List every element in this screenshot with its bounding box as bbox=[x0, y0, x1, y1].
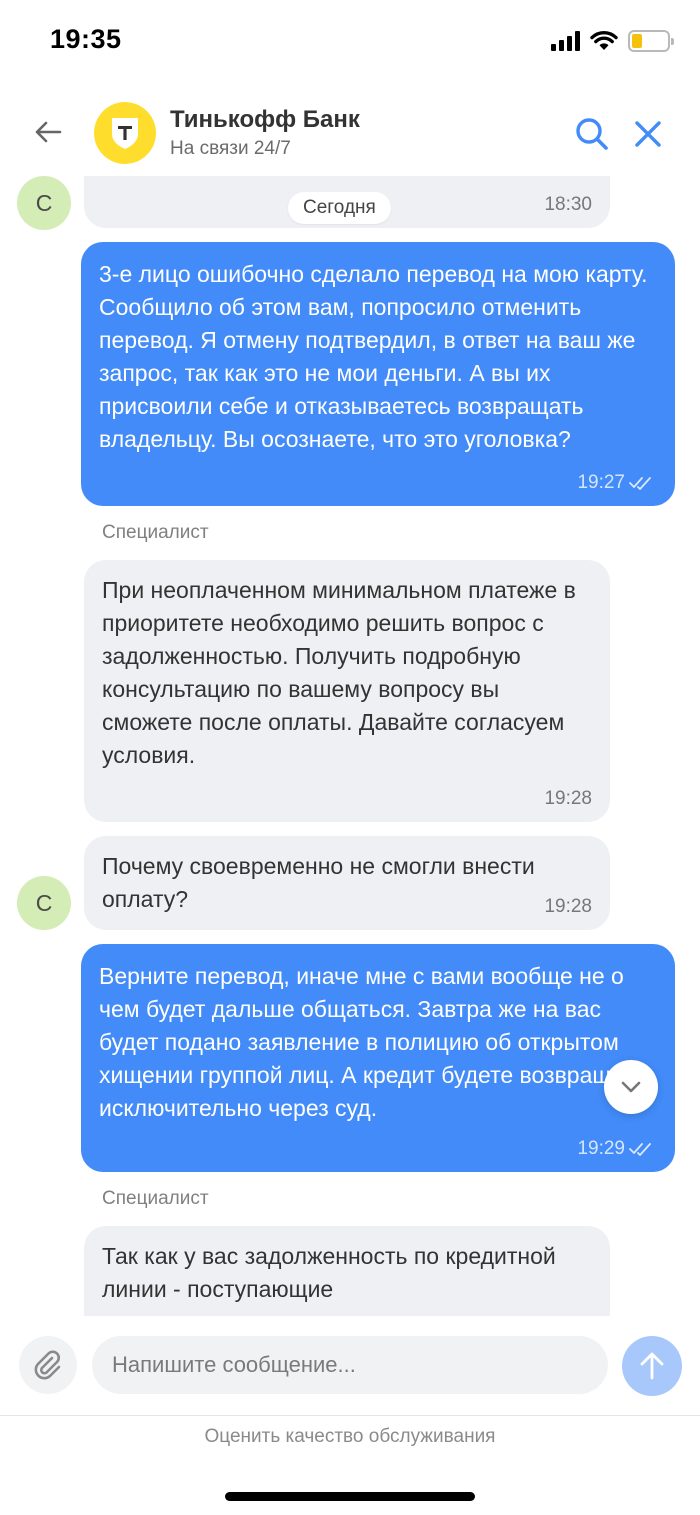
message-text: Почему своевременно не смогли внести опл… bbox=[102, 853, 535, 912]
chat-header: Тинькофф Банк На связи 24/7 bbox=[0, 90, 700, 176]
message-text: При неоплаченном минимальном платеже в п… bbox=[102, 577, 576, 768]
status-time: 19:35 bbox=[50, 24, 122, 54]
chat-subtitle: На связи 24/7 bbox=[170, 138, 291, 159]
avatar: С bbox=[17, 876, 71, 930]
message-input[interactable] bbox=[92, 1336, 608, 1394]
message-composer bbox=[0, 1316, 700, 1416]
message-time: 19:28 bbox=[544, 896, 592, 917]
message-time: 19:29 bbox=[577, 1138, 625, 1159]
message-text: Верните перевод, иначе мне с вами вообще… bbox=[99, 963, 647, 1121]
message-incoming: Так как у вас задолженность по кредитной… bbox=[84, 1226, 610, 1316]
rate-service-link[interactable]: Оценить качество обслуживания bbox=[0, 1426, 700, 1448]
chat-messages[interactable]: 18:30 С Сегодня 3-е лицо ошибочно сделал… bbox=[0, 176, 700, 1316]
date-separator: Сегодня bbox=[288, 192, 391, 224]
message-text: Так как у вас задолженность по кредитной… bbox=[102, 1243, 556, 1302]
send-button[interactable] bbox=[622, 1336, 682, 1396]
back-button[interactable] bbox=[28, 114, 68, 150]
signal-icon bbox=[551, 31, 580, 51]
message-text: 3-е лицо ошибочно сделало перевод на мою… bbox=[99, 261, 648, 452]
avatar: С bbox=[17, 176, 71, 230]
bank-logo bbox=[94, 102, 156, 164]
message-outgoing: 3-е лицо ошибочно сделало перевод на мою… bbox=[81, 242, 675, 506]
chevron-down-icon bbox=[621, 1081, 641, 1093]
sender-label: Специалист bbox=[102, 522, 209, 543]
scroll-down-button[interactable] bbox=[604, 1060, 658, 1114]
paperclip-icon bbox=[34, 1350, 61, 1380]
sender-label: Специалист bbox=[102, 1188, 209, 1209]
close-icon bbox=[635, 121, 661, 147]
message-incoming: При неоплаченном минимальном платеже в п… bbox=[84, 560, 610, 822]
message-time: 18:30 bbox=[544, 194, 592, 215]
message-meta: 19:29 bbox=[577, 1138, 655, 1160]
search-icon bbox=[576, 118, 608, 150]
arrow-up-icon bbox=[640, 1352, 664, 1380]
message-time: 19:28 bbox=[544, 788, 592, 809]
message-meta: 19:27 bbox=[577, 472, 655, 494]
home-indicator bbox=[225, 1492, 475, 1501]
double-check-icon bbox=[629, 477, 651, 490]
search-button[interactable] bbox=[572, 114, 612, 154]
status-bar: 19:35 bbox=[0, 0, 700, 84]
arrow-left-icon bbox=[35, 121, 62, 143]
attach-button[interactable] bbox=[19, 1336, 77, 1394]
message-outgoing: Верните перевод, иначе мне с вами вообще… bbox=[81, 944, 675, 1172]
double-check-icon bbox=[629, 1143, 651, 1156]
shield-icon bbox=[112, 118, 138, 149]
status-icons bbox=[551, 30, 674, 52]
wifi-icon bbox=[590, 30, 618, 50]
chat-title: Тинькофф Банк bbox=[170, 106, 360, 133]
message-time: 19:27 bbox=[577, 472, 625, 493]
close-button[interactable] bbox=[628, 114, 668, 154]
battery-icon bbox=[628, 30, 674, 52]
message-incoming: Почему своевременно не смогли внести опл… bbox=[84, 836, 610, 930]
